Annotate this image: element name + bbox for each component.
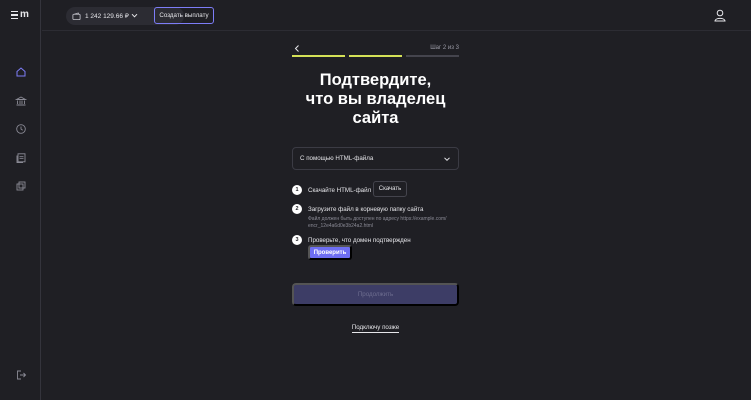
back-arrow-icon[interactable] bbox=[293, 44, 301, 53]
step-number: 2 bbox=[292, 204, 302, 214]
user-icon[interactable] bbox=[714, 9, 726, 22]
logo-letter: m bbox=[20, 9, 29, 20]
home-icon[interactable] bbox=[15, 66, 27, 78]
progress-segment-1 bbox=[292, 55, 345, 57]
clock-icon[interactable] bbox=[15, 123, 27, 135]
chevron-down-icon[interactable] bbox=[130, 11, 139, 20]
download-button[interactable]: Скачать bbox=[373, 181, 407, 197]
connect-later-link-wrap: Подключу позже bbox=[292, 316, 459, 334]
wallet-icon bbox=[72, 11, 81, 21]
progress-segment-3 bbox=[406, 55, 459, 57]
step-label: Загрузите файл в корневую папку сайта bbox=[308, 205, 424, 213]
connect-later-link[interactable]: Подключу позже bbox=[351, 324, 400, 333]
step-number: 3 bbox=[292, 235, 302, 245]
verify-button[interactable]: Проверить bbox=[308, 245, 352, 260]
menu-icon bbox=[11, 10, 18, 20]
logo[interactable]: m bbox=[11, 8, 33, 22]
step-label: Проверьте, что домен подтвержден bbox=[308, 236, 411, 244]
balance-amount: 1 242 129.66 ₽ bbox=[85, 13, 129, 20]
page-title: Подтвердите, что вы владелец сайта bbox=[305, 71, 446, 127]
copy-icon[interactable] bbox=[15, 180, 27, 192]
select-value: С помощью HTML-файла bbox=[300, 155, 374, 162]
header: 1 242 129.66 ₽ Создать выплату bbox=[42, 0, 751, 31]
verification-method-select[interactable]: С помощью HTML-файла bbox=[292, 147, 459, 170]
logout-icon[interactable] bbox=[15, 369, 27, 381]
documents-icon[interactable] bbox=[15, 152, 27, 164]
file-path-hint: Файл должен быть доступен по адресу http… bbox=[308, 216, 447, 229]
chevron-down-icon bbox=[443, 155, 451, 163]
step-label: Скачайте HTML-файл bbox=[308, 186, 372, 194]
progress-segment-2 bbox=[349, 55, 402, 57]
step-progress-bar bbox=[292, 55, 459, 57]
continue-button[interactable]: Продолжить bbox=[292, 283, 459, 306]
create-payout-button[interactable]: Создать выплату bbox=[154, 7, 214, 24]
step-counter: Шаг 2 из 3 bbox=[430, 45, 459, 51]
step-number: 1 bbox=[292, 185, 302, 195]
sidebar: m bbox=[0, 0, 41, 400]
bank-icon[interactable] bbox=[15, 95, 27, 107]
